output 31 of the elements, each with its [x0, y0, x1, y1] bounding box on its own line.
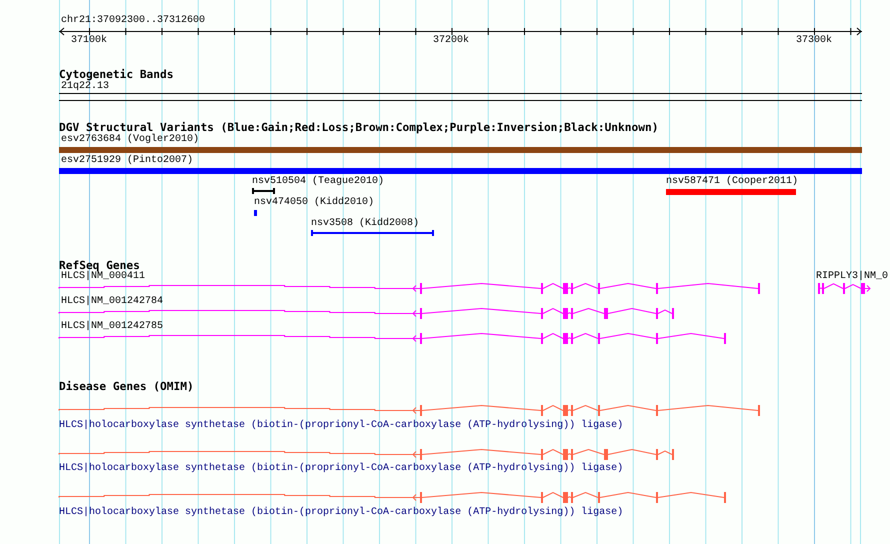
variant-label: esv2763684 (Vogler2010) [61, 134, 200, 145]
gene-model[interactable] [58, 308, 674, 319]
gene-label: HLCS|NM_001242785 [61, 321, 164, 332]
gene-label: RIPPLY3|NM_0 [816, 271, 888, 282]
track-title: DGV Structural Variants (Blue:Gain;Red:Loss;Brown:Complex;Purple:Inversion;Black:Unknown) [59, 121, 658, 134]
tick-label: 37200k [432, 35, 470, 46]
gene-model[interactable] [58, 448, 674, 460]
gene-model[interactable] [58, 492, 726, 503]
variant-label: nsv510504 (Teague2010) [252, 176, 384, 187]
track-title: Cytogenetic Bands [59, 68, 174, 81]
track-title: Disease Genes (OMIM) [59, 380, 194, 393]
tick-label: 37100k [70, 35, 108, 46]
track-title: RefSeq Genes [59, 259, 140, 272]
variant-label: nsv3508 (Kidd2008) [311, 218, 420, 229]
gene-label: HLCS|holocarboxylase synthetase (biotin-(proprionyl-CoA-carboxylase (ATP-hydrolysing)) ligase) [59, 463, 624, 474]
variant-label: esv2751929 (Pinto2007) [61, 155, 194, 166]
band-label: 21q22.13 [61, 81, 110, 92]
gene-label: HLCS|NM_000411 [61, 271, 146, 282]
gene-model[interactable] [58, 332, 726, 344]
region-label: chr21:37092300..37312600 [61, 15, 206, 26]
variant-label: nsv587471 (Cooper2011) [666, 176, 798, 187]
variant-label: nsv474050 (Kidd2010) [254, 197, 374, 208]
gene-label: HLCS|NM_001242784 [61, 296, 164, 307]
variant-span[interactable] [252, 187, 275, 195]
gene-label: HLCS|holocarboxylase synthetase (biotin-(proprionyl-CoA-carboxylase (ATP-hydrolysing)) ligase) [59, 420, 624, 431]
gene-model[interactable] [58, 404, 760, 416]
gene-model[interactable] [58, 282, 760, 294]
tick-label: 37300k [794, 35, 833, 46]
gene-label: HLCS|holocarboxylase synthetase (biotin-(proprionyl-CoA-carboxylase (ATP-hydrolysing)) ligase) [59, 507, 624, 518]
gene-model[interactable] [818, 283, 871, 294]
variant-span[interactable] [311, 229, 434, 237]
